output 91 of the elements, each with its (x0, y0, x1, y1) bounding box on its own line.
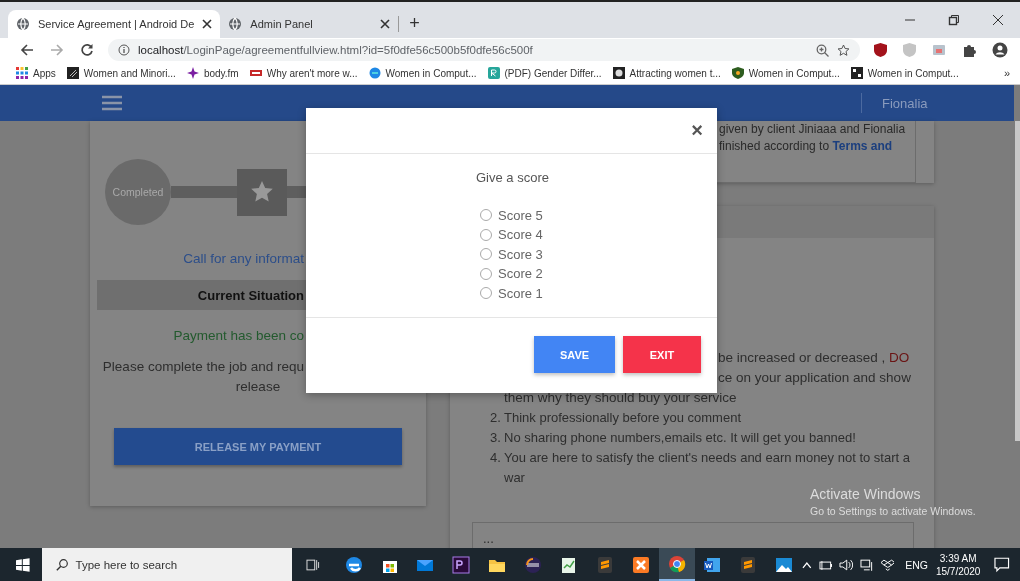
section-title: Current Situation (197, 287, 304, 303)
url-text: localhost/LoginPage/agreementfullview.html?id=5f0dfe56c500b5f0dfe56c500f (138, 44, 533, 56)
search-placeholder: Type here to search (75, 558, 178, 571)
restore-icon[interactable] (948, 14, 960, 26)
network-icon[interactable] (860, 558, 874, 571)
browser-tab[interactable]: Admin Panel (220, 10, 399, 38)
puzzle-icon[interactable] (962, 43, 976, 57)
rules-text: them why they should buy your service (504, 389, 737, 407)
bookmark-link[interactable]: Women in Comput... (867, 67, 959, 79)
bookmark-link[interactable]: (PDF) Gender Differ... (504, 67, 602, 79)
chrome-icon (667, 554, 686, 573)
rules-text: be increased or decreased , DO (718, 349, 910, 367)
sublime-icon (595, 555, 614, 574)
task-view-icon[interactable] (306, 557, 320, 572)
chevron-up-icon[interactable] (802, 560, 812, 569)
close-icon[interactable] (202, 19, 213, 29)
option-label[interactable]: Score 1 (498, 285, 543, 301)
tab-title: Service Agreement | Android De (38, 18, 195, 30)
scrollbar[interactable] (1015, 121, 1020, 441)
shield-icon (731, 67, 744, 79)
notification-icon[interactable] (994, 556, 1010, 573)
list-number: 3. (489, 429, 502, 447)
profile-icon[interactable] (992, 42, 1008, 58)
dropbox-icon[interactable] (880, 558, 895, 571)
more-bookmarks-button[interactable]: » (1003, 67, 1010, 79)
contact-text: Call for any informat (183, 251, 304, 266)
option-label[interactable]: Score 4 (498, 227, 543, 243)
battery-icon[interactable] (818, 559, 833, 570)
edge-icon (344, 555, 363, 574)
agreement-text: given by client Jiniaaa and Fionalia (719, 121, 907, 138)
clock-date[interactable]: 15/7/2020 (935, 564, 981, 578)
notepad-icon (559, 555, 578, 574)
option-label[interactable]: Score 2 (498, 266, 543, 282)
menu-icon[interactable] (102, 95, 122, 111)
bookmark-link[interactable]: Attracting women t... (629, 67, 721, 79)
bookmark-link[interactable]: body.fm (203, 67, 239, 79)
zoom-icon[interactable] (816, 43, 829, 57)
rules-text: Think professionally before you comment (504, 409, 742, 427)
dialog-prompt: Give a score (476, 170, 550, 185)
activation-title: Activate Windows (810, 486, 922, 502)
exit-button[interactable]: EXIT (623, 336, 701, 373)
search-icon (55, 558, 68, 571)
instruction-text: release (235, 378, 281, 396)
apps-grid-icon (16, 67, 28, 79)
save-button[interactable]: SAVE (534, 336, 615, 373)
globe-icon (228, 17, 243, 31)
bookmark-link[interactable]: Apps (33, 67, 56, 79)
option-label[interactable]: Score 3 (498, 246, 543, 262)
sublime-icon (739, 555, 758, 574)
xampp-icon (631, 555, 650, 574)
search-field[interactable]: Type here to search (41, 548, 293, 581)
speaker-icon[interactable] (839, 558, 853, 571)
photos-icon (775, 555, 794, 574)
globe-icon (16, 17, 30, 31)
language-indicator[interactable]: ENG (905, 558, 928, 571)
word-icon (703, 555, 722, 574)
sparkle-icon (186, 67, 199, 79)
info-icon (118, 44, 130, 56)
start-icon[interactable] (16, 557, 30, 572)
star-icon (250, 180, 274, 204)
agreement-text: finished according to Terms and (719, 138, 894, 155)
bookmark-link[interactable]: Women in Comput... (385, 67, 477, 79)
taskbar-button[interactable] (658, 548, 695, 581)
list-number: 4. (489, 449, 502, 467)
list-number: 2. (489, 409, 502, 427)
reload-icon[interactable] (80, 43, 94, 57)
address-bar[interactable]: localhost/LoginPage/agreementfullview.html?id=5f0dfe56c500b5f0dfe56c500f (108, 39, 860, 61)
bookmark-link[interactable]: Women and Minori... (83, 67, 176, 79)
close-icon[interactable] (380, 19, 391, 29)
rules-text: No sharing phone numbers,emails etc. It will get you banned! (504, 429, 857, 447)
browser-tab[interactable]: Service Agreement | Android De (8, 10, 221, 38)
bookmark-link[interactable]: Why aren't more w... (266, 67, 358, 79)
tab-title: Admin Panel (250, 18, 314, 30)
rules-text: ce on your application and show (718, 369, 911, 387)
comment-field[interactable]: ... (472, 522, 914, 548)
option-label[interactable]: Score 5 (498, 207, 543, 223)
rules-text: You are here to satisfy the client's needs and earn money not to start a war (504, 449, 911, 487)
bookmark-link[interactable]: Women in Comput... (748, 67, 840, 79)
premiere-icon (452, 555, 471, 574)
star-icon[interactable] (837, 43, 850, 57)
cast-icon[interactable] (932, 44, 946, 56)
activation-hint: Go to Settings to activate Windows. (810, 505, 976, 517)
close-icon[interactable] (992, 14, 1004, 26)
shield-icon[interactable] (874, 43, 887, 57)
clock-time[interactable]: 3:39 AM (939, 551, 977, 565)
instruction-text: Please complete the job and requ (102, 358, 304, 376)
step-circle: Completed (105, 159, 171, 225)
back-icon[interactable] (20, 43, 34, 57)
new-tab-button[interactable]: + (405, 12, 424, 34)
status-text: Payment has been co (173, 328, 304, 343)
close-button[interactable]: × (689, 119, 705, 142)
